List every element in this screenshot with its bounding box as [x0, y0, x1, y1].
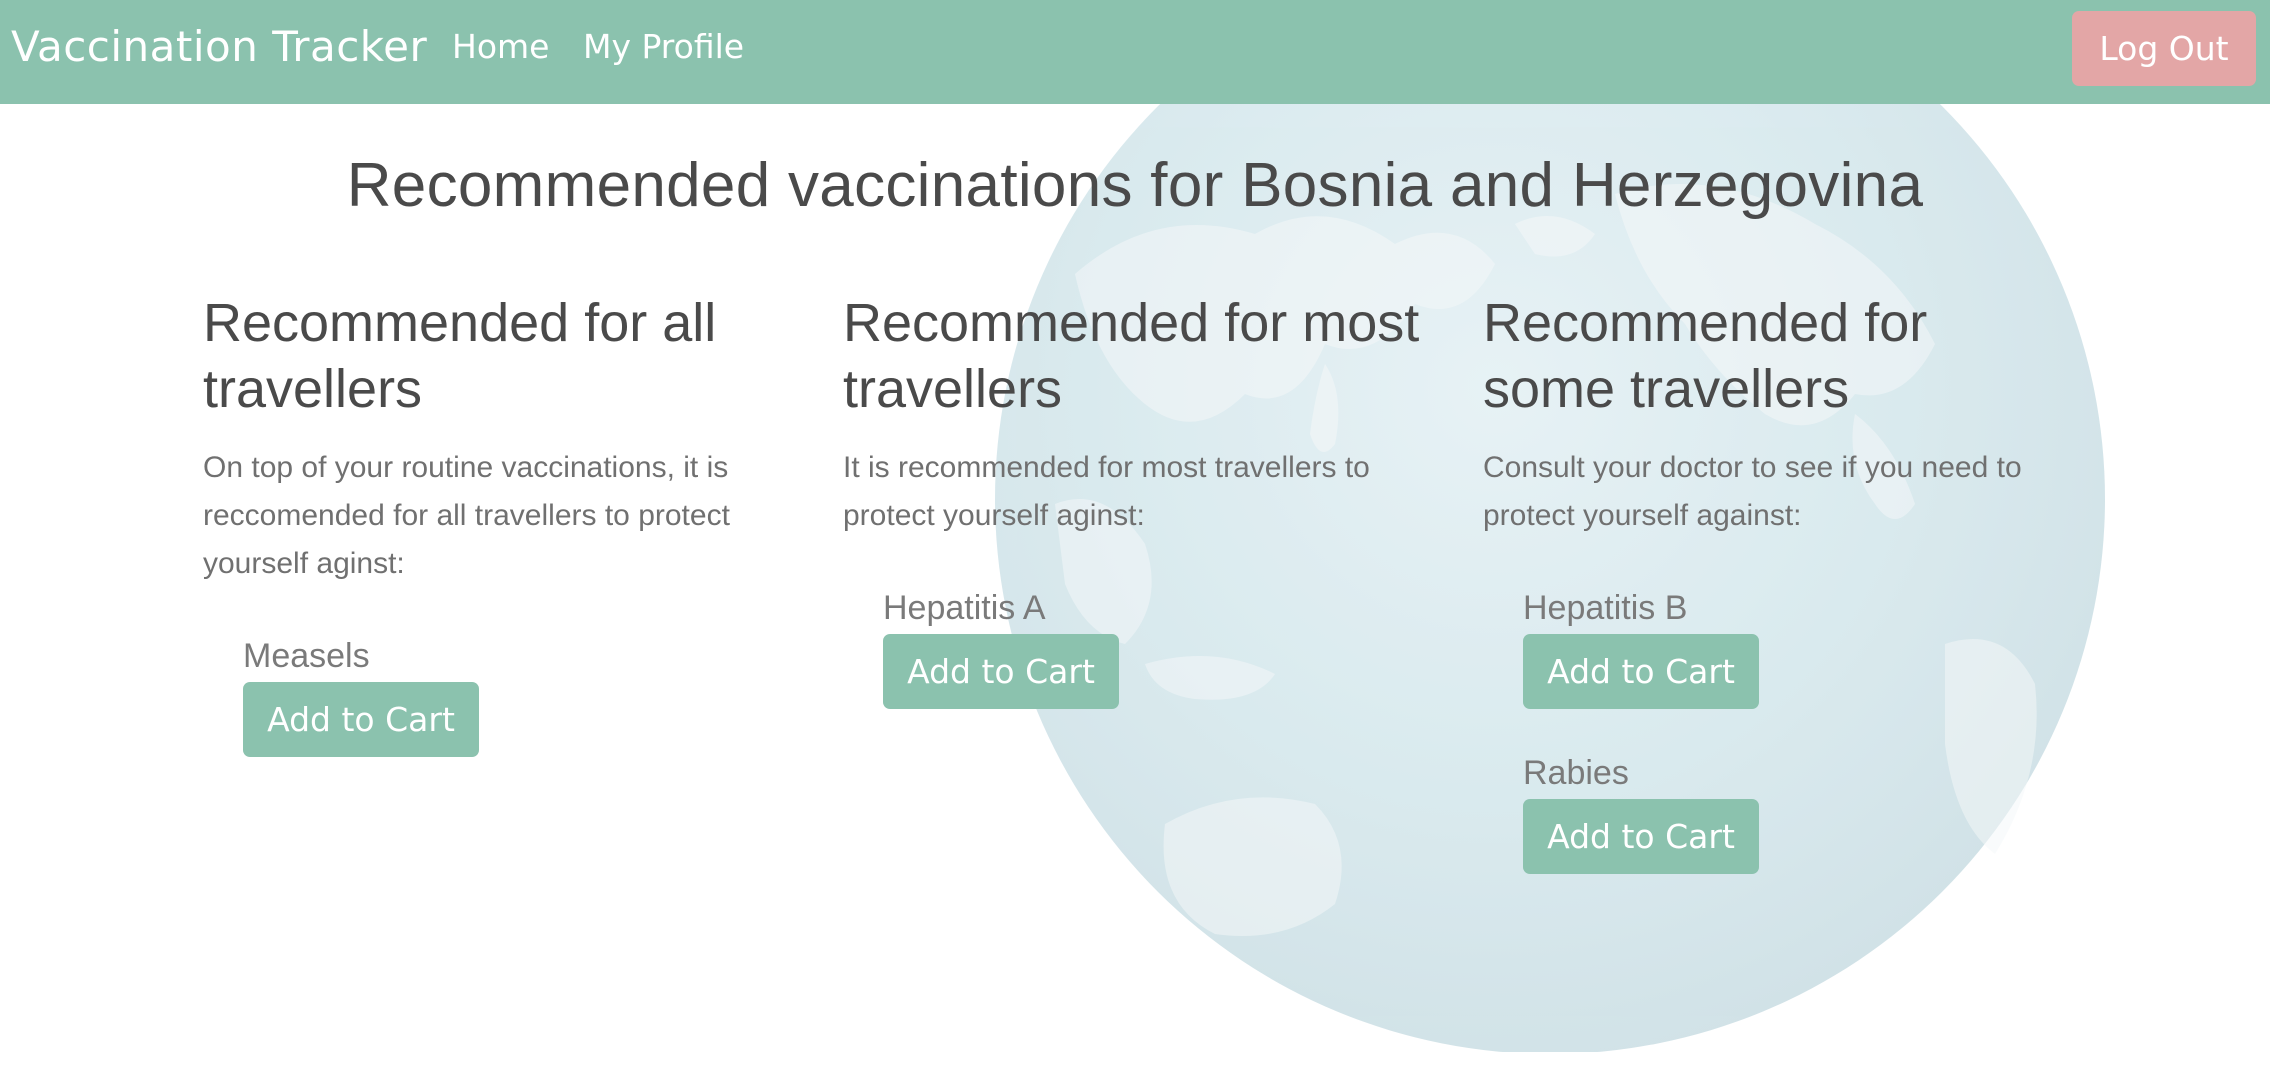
recommendation-column-all: Recommended for all travellers On top of… — [203, 290, 783, 801]
vaccine-item: Rabies Add to Cart — [1523, 753, 2063, 874]
add-to-cart-button[interactable]: Add to Cart — [1523, 634, 1759, 709]
page-title: Recommended vaccinations for Bosnia and … — [346, 151, 1924, 220]
vaccine-item: Measels Add to Cart — [243, 636, 783, 757]
column-heading: Recommended for most travellers — [843, 293, 1420, 419]
logout-button[interactable]: Log Out — [2072, 11, 2256, 86]
brand-link[interactable]: Vaccination Tracker — [11, 22, 427, 71]
vaccine-list: Hepatitis B Add to Cart Rabies Add to Ca… — [1483, 588, 2063, 874]
nav-link-my-profile[interactable]: My Profile — [583, 27, 744, 66]
column-heading: Recommended for all travellers — [203, 293, 717, 419]
vaccine-name: Measels — [243, 637, 370, 675]
vaccine-list: Hepatitis A Add to Cart — [843, 588, 1423, 709]
vaccine-name: Hepatitis B — [1523, 589, 1688, 627]
column-description: It is recommended for most travellers to… — [843, 451, 1370, 532]
column-heading: Recommended for some travellers — [1483, 293, 1928, 419]
column-description: Consult your doctor to see if you need t… — [1483, 451, 2022, 532]
vaccine-list: Measels Add to Cart — [203, 636, 783, 757]
column-description: On top of your routine vaccinations, it … — [203, 451, 730, 580]
navbar: Vaccination Tracker Home My Profile Log … — [0, 0, 2270, 104]
add-to-cart-button[interactable]: Add to Cart — [243, 682, 479, 757]
nav-link-home[interactable]: Home — [452, 27, 549, 66]
vaccine-name: Rabies — [1523, 754, 1629, 792]
vaccine-item: Hepatitis B Add to Cart — [1523, 588, 2063, 709]
vaccine-name: Hepatitis A — [883, 589, 1046, 627]
recommendation-column-some: Recommended for some travellers Consult … — [1483, 290, 2063, 918]
add-to-cart-button[interactable]: Add to Cart — [1523, 799, 1759, 874]
add-to-cart-button[interactable]: Add to Cart — [883, 634, 1119, 709]
vaccine-item: Hepatitis A Add to Cart — [883, 588, 1423, 709]
recommendation-column-most: Recommended for most travellers It is re… — [843, 290, 1423, 753]
